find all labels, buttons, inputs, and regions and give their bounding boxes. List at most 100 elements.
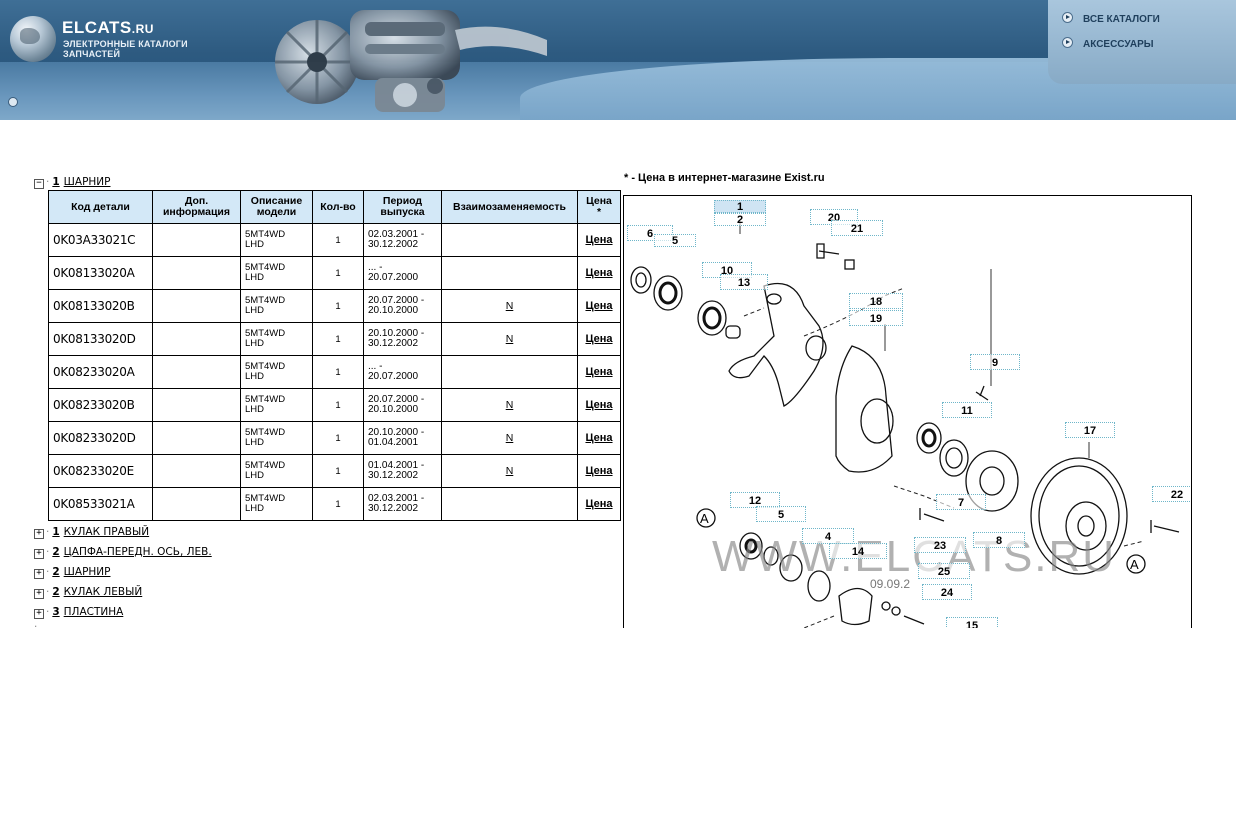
tree-node[interactable]: + · 3 ПЛАСТИНА xyxy=(34,605,123,619)
nav-accessories[interactable]: АКСЕССУАРЫ xyxy=(1062,37,1154,50)
part-info xyxy=(152,454,241,488)
globe-logo-icon[interactable] xyxy=(10,16,56,62)
part-period: 20.07.2000 -20.10.2000 xyxy=(363,388,442,422)
ref-letter-a: A xyxy=(700,511,709,526)
table-header-row: Код детали Доп. информация Описание модели… xyxy=(48,190,621,224)
expand-toggle-icon[interactable]: + xyxy=(34,569,44,579)
table-row: 0K08133020A 5MT4WD LHD 1 ... -20.07.2000 … xyxy=(48,256,621,290)
part-code: 0K08233020A xyxy=(48,355,153,389)
callout-8[interactable]: 8 xyxy=(973,532,1025,548)
tree-node-label[interactable]: КУЛАК ЛЕВЫЙ xyxy=(64,586,143,598)
part-price-link[interactable]: Цена xyxy=(577,454,621,488)
nav-all-catalogs[interactable]: ВСЕ КАТАЛОГИ xyxy=(1062,12,1160,25)
part-price-link[interactable]: Цена xyxy=(577,355,621,389)
part-qty: 1 xyxy=(312,322,364,356)
callout-15[interactable]: 15 xyxy=(946,617,998,628)
tree-node[interactable]: + · 1 КУЛАК ПРАВЫЙ xyxy=(34,525,149,539)
part-period: 01.04.2001 -30.12.2002 xyxy=(363,454,442,488)
callout-17[interactable]: 17 xyxy=(1065,422,1115,438)
part-qty: 1 xyxy=(312,421,364,455)
part-interchange-link[interactable] xyxy=(441,355,578,389)
brand-logo-text[interactable]: ELCATS.RU xyxy=(62,18,154,38)
expand-toggle-icon[interactable]: + xyxy=(34,529,44,539)
part-info xyxy=(152,223,241,257)
collapse-toggle-icon[interactable]: − xyxy=(34,179,44,189)
callout-14[interactable]: 14 xyxy=(829,543,887,559)
part-model-desc: 5MT4WD LHD xyxy=(240,421,313,455)
table-row: 0K08533021A 5MT4WD LHD 1 02.03.2001 -30.1… xyxy=(48,487,621,521)
callout-4[interactable]: 4 xyxy=(802,528,854,544)
tree-dots: · xyxy=(46,176,50,188)
part-info xyxy=(152,487,241,521)
part-model-desc: 5MT4WD LHD xyxy=(240,322,313,356)
part-model-desc: 5MT4WD LHD xyxy=(240,487,313,521)
tree-node-number[interactable]: 2 xyxy=(52,566,59,578)
callout-5[interactable]: 5 xyxy=(756,506,806,522)
callout-2[interactable]: 2 xyxy=(714,213,766,226)
part-interchange-link[interactable]: N xyxy=(441,322,578,356)
tree-node[interactable]: + · 2 ШАРНИР xyxy=(34,565,110,579)
tree-node-label[interactable]: ШАРНИР xyxy=(64,176,111,188)
part-interchange-link[interactable] xyxy=(441,256,578,290)
expand-toggle-icon[interactable]: + xyxy=(34,589,44,599)
tree-node-label[interactable]: ЦАПФА-ПЕРЕДН. ОСЬ, ЛЕВ. xyxy=(64,546,212,558)
tree-node[interactable]: + · 2 ЦАПФА-ПЕРЕДН. ОСЬ, ЛЕВ. xyxy=(34,545,212,559)
part-price-link[interactable]: Цена xyxy=(577,223,621,257)
tree-node-expanded[interactable]: − · 1 ШАРНИР xyxy=(34,175,110,189)
callout-21[interactable]: 21 xyxy=(831,220,883,236)
part-interchange-link[interactable]: N xyxy=(441,421,578,455)
callout-5[interactable]: 5 xyxy=(654,234,696,247)
nav-bullet-icon xyxy=(1062,12,1073,23)
part-interchange-link[interactable]: N xyxy=(441,289,578,323)
part-price-link[interactable]: Цена xyxy=(577,388,621,422)
tree-node[interactable]: + · 2 КУЛАК ЛЕВЫЙ xyxy=(34,585,142,599)
part-code: 0K08133020D xyxy=(48,322,153,356)
callout-1[interactable]: 1 xyxy=(714,200,766,213)
part-qty: 1 xyxy=(312,487,364,521)
callout-22[interactable]: 22 xyxy=(1152,486,1191,502)
part-code: 0K08233020E xyxy=(48,454,153,488)
callout-24[interactable]: 24 xyxy=(922,584,972,600)
part-interchange-link[interactable]: N xyxy=(441,388,578,422)
part-model-desc: 5MT4WD LHD xyxy=(240,388,313,422)
callout-18[interactable]: 18 xyxy=(849,293,903,309)
part-period: 20.07.2000 -20.10.2000 xyxy=(363,289,442,323)
part-price-link[interactable]: Цена xyxy=(577,322,621,356)
part-price-link[interactable]: Цена xyxy=(577,256,621,290)
tree-node-number[interactable]: 2 xyxy=(52,586,59,598)
expand-toggle-icon[interactable]: + xyxy=(34,549,44,559)
callout-19[interactable]: 19 xyxy=(849,310,903,326)
exist-price-note: * - Цена в интернет-магазине Exist.ru xyxy=(624,172,825,184)
part-price-link[interactable]: Цена xyxy=(577,487,621,521)
ref-letter-a: A xyxy=(1130,557,1139,572)
callout-11[interactable]: 11 xyxy=(942,402,992,418)
callout-13[interactable]: 13 xyxy=(720,274,768,290)
part-interchange-link[interactable] xyxy=(441,487,578,521)
part-qty: 1 xyxy=(312,454,364,488)
table-row: 0K08133020D 5MT4WD LHD 1 20.10.2000 -30.1… xyxy=(48,322,621,356)
parts-diagram[interactable]: A A WWW.ELCATS.RU 09.09.2 1 2 6 5 20 21 10 13 18… xyxy=(623,195,1192,628)
callout-25[interactable]: 25 xyxy=(918,563,970,579)
callout-9[interactable]: 9 xyxy=(970,354,1020,370)
tree-node-number[interactable]: 3 xyxy=(52,606,59,618)
part-info xyxy=(152,256,241,290)
tree-node-number[interactable]: 1 xyxy=(52,176,59,188)
tree-node-label[interactable]: ПЛАСТИНА xyxy=(64,606,124,618)
expand-toggle-icon[interactable]: + xyxy=(34,609,44,619)
part-price-link[interactable]: Цена xyxy=(577,289,621,323)
part-period: 02.03.2001 -30.12.2002 xyxy=(363,487,442,521)
part-code: 0K08133020A xyxy=(48,256,153,290)
part-model-desc: 5MT4WD LHD xyxy=(240,454,313,488)
part-price-link[interactable]: Цена xyxy=(577,421,621,455)
part-interchange-link[interactable]: N xyxy=(441,454,578,488)
tree-dots: · xyxy=(46,526,50,538)
part-interchange-link[interactable] xyxy=(441,223,578,257)
callout-23[interactable]: 23 xyxy=(914,537,966,553)
callout-7[interactable]: 7 xyxy=(936,494,986,510)
tree-node-label[interactable]: КУЛАК ПРАВЫЙ xyxy=(64,526,149,538)
home-bullet-icon[interactable] xyxy=(8,97,18,107)
col-header-info: Доп. информация xyxy=(152,190,241,224)
tree-node-label[interactable]: ШАРНИР xyxy=(64,566,111,578)
tree-node-number[interactable]: 2 xyxy=(52,546,59,558)
tree-node-number[interactable]: 1 xyxy=(52,526,59,538)
